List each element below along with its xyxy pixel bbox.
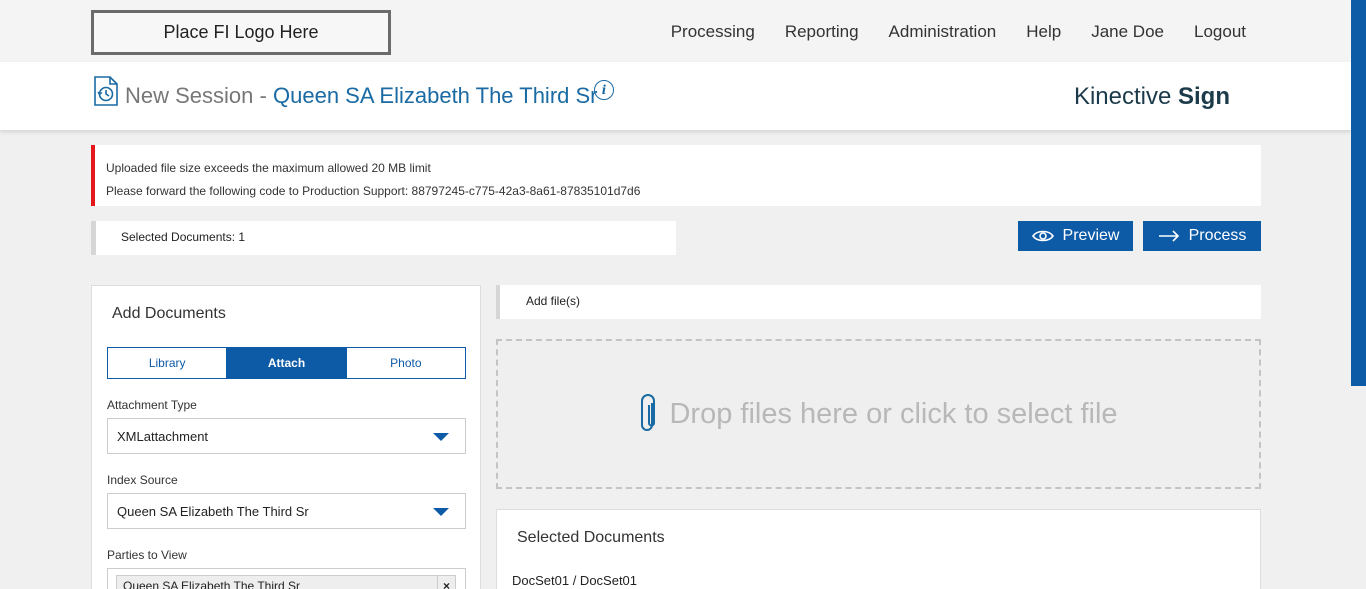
arrow-right-icon	[1158, 230, 1179, 242]
attachment-type-select[interactable]: XMLattachment	[107, 418, 466, 454]
error-alert: Uploaded file size exceeds the maximum a…	[91, 145, 1261, 206]
selected-documents-count: Selected Documents: 1	[91, 221, 676, 255]
top-navbar: Place FI Logo Here Processing Reporting …	[0, 0, 1351, 62]
attachment-type-value: XMLattachment	[117, 429, 209, 444]
history-document-icon	[94, 76, 118, 106]
brand-bold: Sign	[1178, 83, 1230, 110]
party-tag-label: Queen SA Elizabeth The Third Sr	[123, 579, 300, 589]
attachment-type-label: Attachment Type	[107, 398, 197, 412]
nav-processing[interactable]: Processing	[671, 22, 755, 42]
brand-logo: Kinective Sign	[1074, 83, 1230, 111]
index-source-select[interactable]: Queen SA Elizabeth The Third Sr	[107, 493, 466, 529]
nav-reporting[interactable]: Reporting	[785, 22, 859, 42]
tab-attach[interactable]: Attach	[227, 348, 347, 378]
page-title-prefix: New Session -	[125, 83, 267, 108]
add-documents-heading: Add Documents	[112, 305, 226, 322]
process-label: Process	[1188, 227, 1247, 244]
process-button[interactable]: Process	[1143, 221, 1261, 251]
docset-item[interactable]: DocSet01 / DocSet01	[512, 573, 637, 588]
dropzone-text: Drop files here or click to select file	[669, 397, 1118, 430]
page-title-customer[interactable]: Queen SA Elizabeth The Third Sr	[273, 83, 598, 109]
error-line-1: Uploaded file size exceeds the maximum a…	[106, 161, 431, 175]
index-source-value: Queen SA Elizabeth The Third Sr	[117, 504, 309, 519]
nav-administration[interactable]: Administration	[889, 22, 997, 42]
document-source-tabs: Library Attach Photo	[107, 347, 466, 379]
selected-documents-panel: Selected Documents DocSet01 / DocSet01	[496, 509, 1261, 589]
nav-logout[interactable]: Logout	[1194, 22, 1246, 42]
add-files-bar: Add file(s)	[496, 285, 1261, 319]
brand-light: Kinective	[1073, 83, 1172, 110]
preview-label: Preview	[1062, 227, 1120, 244]
chevron-down-icon	[433, 508, 449, 516]
paperclip-icon	[641, 394, 656, 431]
nav-user-name[interactable]: Jane Doe	[1091, 22, 1164, 42]
party-tag: Queen SA Elizabeth The Third Sr ×	[116, 575, 456, 589]
index-source-label: Index Source	[107, 473, 178, 487]
selected-documents-heading: Selected Documents	[517, 529, 665, 546]
error-line-2: Please forward the following code to Pro…	[106, 184, 641, 198]
info-icon[interactable]: i	[594, 80, 614, 100]
file-dropzone[interactable]: Drop files here or click to select file	[496, 339, 1261, 489]
close-icon[interactable]: ×	[437, 576, 455, 589]
main-nav: Processing Reporting Administration Help…	[671, 22, 1246, 42]
tab-library[interactable]: Library	[108, 348, 228, 378]
parties-to-view-field[interactable]: Queen SA Elizabeth The Third Sr ×	[107, 568, 466, 589]
tab-photo[interactable]: Photo	[347, 348, 465, 378]
preview-button[interactable]: Preview	[1018, 221, 1133, 251]
fi-logo-placeholder[interactable]: Place FI Logo Here	[91, 10, 391, 55]
nav-help[interactable]: Help	[1026, 22, 1061, 42]
scrollbar-thumb[interactable]	[1351, 0, 1366, 386]
chevron-down-icon	[433, 433, 449, 441]
page-title-band: New Session - Queen SA Elizabeth The Thi…	[0, 62, 1351, 130]
logo-text: Place FI Logo Here	[163, 22, 319, 42]
eye-icon	[1031, 230, 1054, 242]
page-scrollbar[interactable]	[1351, 0, 1366, 589]
parties-to-view-label: Parties to View	[107, 548, 187, 562]
add-documents-panel: Add Documents Library Attach Photo Attac…	[91, 285, 481, 589]
